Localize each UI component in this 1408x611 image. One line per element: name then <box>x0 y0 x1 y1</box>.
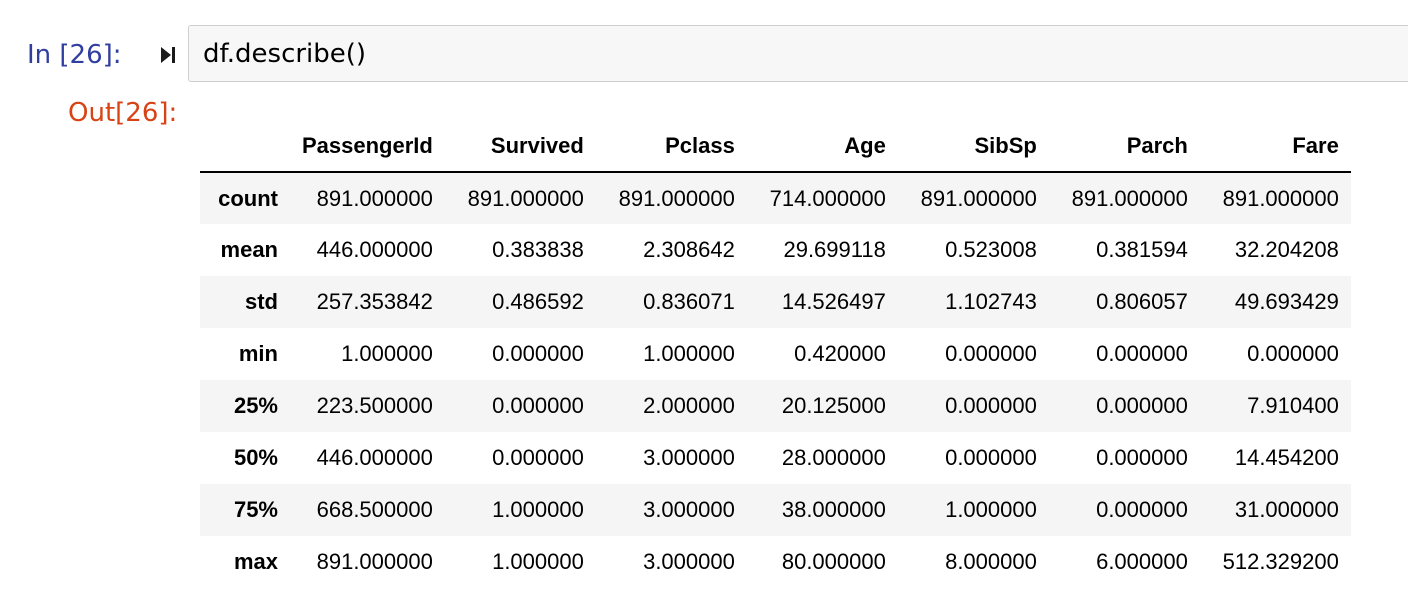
table-cell: 891.000000 <box>316 185 433 211</box>
row-label: max <box>233 549 278 574</box>
column-header: Survived <box>444 120 596 173</box>
column-header: Parch <box>1048 120 1200 173</box>
output-prompt: Out[26]: <box>68 98 178 128</box>
table-cell: 80.000000 <box>781 549 886 574</box>
table-cell: 0.523008 <box>945 237 1037 262</box>
table-cell: 1.000000 <box>492 497 584 522</box>
table-cell: 0.000000 <box>1096 341 1188 366</box>
row-label: std <box>245 289 278 314</box>
input-prompt: In [26]: <box>27 40 122 70</box>
table-cell: 1.000000 <box>341 341 433 366</box>
column-header: PassengerId <box>290 120 445 173</box>
table-cell: 891.000000 <box>467 185 584 211</box>
table-cell: 257.353842 <box>316 289 433 314</box>
table-cell: 0.000000 <box>945 445 1037 470</box>
column-header: Pclass <box>595 120 747 173</box>
column-header: SibSp <box>897 120 1049 173</box>
table-cell: 0.000000 <box>1096 497 1188 522</box>
row-label: 25% <box>233 393 278 418</box>
table-cell: 3.000000 <box>643 549 735 574</box>
table-row: std 257.353842 0.486592 0.836071 14.5264… <box>200 276 1351 328</box>
table-cell: 1.000000 <box>492 549 584 574</box>
table-row: max 891.000000 1.000000 3.000000 80.0000… <box>200 536 1351 588</box>
table-header: PassengerId Survived Pclass Age SibSp Pa… <box>200 120 1351 173</box>
table-cell: 0.000000 <box>1247 341 1339 366</box>
table-cell: 14.526497 <box>781 289 886 314</box>
row-label: 75% <box>233 497 278 522</box>
table-cell: 3.000000 <box>643 445 735 470</box>
table-cell: 2.000000 <box>643 393 735 418</box>
table-cell: 0.420000 <box>794 341 886 366</box>
column-header: Age <box>746 120 898 173</box>
table-row: min 1.000000 0.000000 1.000000 0.420000 … <box>200 328 1351 380</box>
table-cell: 3.000000 <box>643 497 735 522</box>
table-cell: 0.806057 <box>1096 289 1188 314</box>
table-cell: 891.000000 <box>1071 185 1188 211</box>
code-input-area[interactable]: df.describe() <box>188 25 1408 82</box>
table-row: 50% 446.000000 0.000000 3.000000 28.0000… <box>200 432 1351 484</box>
code-text: df.describe() <box>203 39 367 69</box>
run-step-icon[interactable] <box>158 45 178 65</box>
table-cell: 0.000000 <box>1096 393 1188 418</box>
index-header <box>200 120 290 173</box>
table-row: mean 446.000000 0.383838 2.308642 29.699… <box>200 224 1351 276</box>
table-cell: 891.000000 <box>1222 185 1339 211</box>
table-cell: 0.000000 <box>492 393 584 418</box>
header-row: PassengerId Survived Pclass Age SibSp Pa… <box>200 120 1351 173</box>
row-label: min <box>238 341 278 366</box>
table-cell: 446.000000 <box>316 237 433 262</box>
column-header: Fare <box>1199 120 1351 173</box>
table-cell: 512.329200 <box>1222 549 1339 574</box>
table-cell: 28.000000 <box>781 445 886 470</box>
table-cell: 6.000000 <box>1096 549 1188 574</box>
table-cell: 49.693429 <box>1234 289 1339 314</box>
table-cell: 0.381594 <box>1096 237 1188 262</box>
table-cell: 668.500000 <box>316 497 433 522</box>
dataframe-table: PassengerId Survived Pclass Age SibSp Pa… <box>200 120 1351 588</box>
table-body: count 891.000000 891.000000 891.000000 7… <box>200 172 1351 588</box>
table-row: 25% 223.500000 0.000000 2.000000 20.1250… <box>200 380 1351 432</box>
table-row: count 891.000000 891.000000 891.000000 7… <box>200 172 1351 224</box>
table-cell: 2.308642 <box>643 237 735 262</box>
row-label: count <box>218 185 278 211</box>
table-cell: 38.000000 <box>781 497 886 522</box>
table-cell: 0.486592 <box>492 289 584 314</box>
table-cell: 0.000000 <box>492 341 584 366</box>
table-cell: 223.500000 <box>316 393 433 418</box>
table-cell: 1.102743 <box>945 289 1037 314</box>
table-cell: 8.000000 <box>945 549 1037 574</box>
table-cell: 0.836071 <box>643 289 735 314</box>
table-cell: 1.000000 <box>643 341 735 366</box>
table-cell: 1.000000 <box>945 497 1037 522</box>
table-cell: 891.000000 <box>618 185 735 211</box>
table-cell: 891.000000 <box>920 185 1037 211</box>
table-cell: 14.454200 <box>1234 445 1339 470</box>
table-cell: 891.000000 <box>316 549 433 574</box>
table-cell: 0.000000 <box>1096 445 1188 470</box>
table-cell: 31.000000 <box>1234 497 1339 522</box>
table-cell: 29.699118 <box>783 237 886 262</box>
table-cell: 7.910400 <box>1247 393 1339 418</box>
table-cell: 0.000000 <box>945 393 1037 418</box>
row-label: mean <box>220 237 278 262</box>
table-cell: 32.204208 <box>1234 237 1339 262</box>
table-cell: 446.000000 <box>316 445 433 470</box>
table-cell: 20.125000 <box>781 393 886 418</box>
table-cell: 0.383838 <box>492 237 584 262</box>
table-cell: 0.000000 <box>945 341 1037 366</box>
table-cell: 0.000000 <box>492 445 584 470</box>
table-cell: 714.000000 <box>769 185 886 211</box>
table-row: 75% 668.500000 1.000000 3.000000 38.0000… <box>200 484 1351 536</box>
row-label: 50% <box>233 445 278 470</box>
